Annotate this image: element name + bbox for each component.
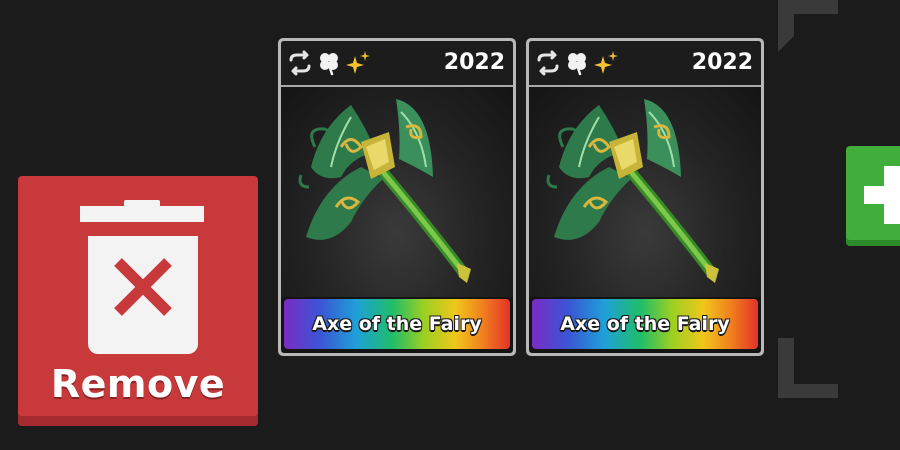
fairy-axe-image bbox=[529, 87, 761, 297]
card-year: 2022 bbox=[443, 50, 505, 75]
trash-x-icon bbox=[88, 236, 198, 354]
sparkle-icon bbox=[593, 50, 619, 76]
swap-icon bbox=[535, 50, 561, 76]
slot-bracket-bottom bbox=[778, 338, 838, 398]
item-card[interactable]: 2022 Axe of the Fairy bbox=[278, 38, 516, 356]
card-year: 2022 bbox=[691, 50, 753, 75]
card-header: 2022 bbox=[529, 41, 761, 87]
item-name: Axe of the Fairy bbox=[312, 313, 482, 335]
remove-button[interactable]: Remove bbox=[18, 176, 258, 426]
fairy-axe-image bbox=[281, 87, 513, 297]
trade-panel: Remove 2022 Axe of the Fairy 2022 Axe of… bbox=[0, 0, 900, 450]
card-header: 2022 bbox=[281, 41, 513, 87]
rarity-name-bar: Axe of the Fairy bbox=[284, 299, 510, 349]
trash-lid bbox=[80, 206, 204, 222]
add-item-button[interactable] bbox=[846, 146, 900, 246]
swap-icon bbox=[287, 50, 313, 76]
clover-icon bbox=[316, 50, 342, 76]
item-card[interactable]: 2022 Axe of the Fairy bbox=[526, 38, 764, 356]
sparkle-icon bbox=[345, 50, 371, 76]
empty-trade-slot[interactable] bbox=[778, 0, 838, 400]
remove-button-label: Remove bbox=[50, 362, 226, 406]
clover-icon bbox=[564, 50, 590, 76]
slot-bracket-top bbox=[778, 0, 838, 52]
item-name: Axe of the Fairy bbox=[560, 313, 730, 335]
rarity-name-bar: Axe of the Fairy bbox=[532, 299, 758, 349]
